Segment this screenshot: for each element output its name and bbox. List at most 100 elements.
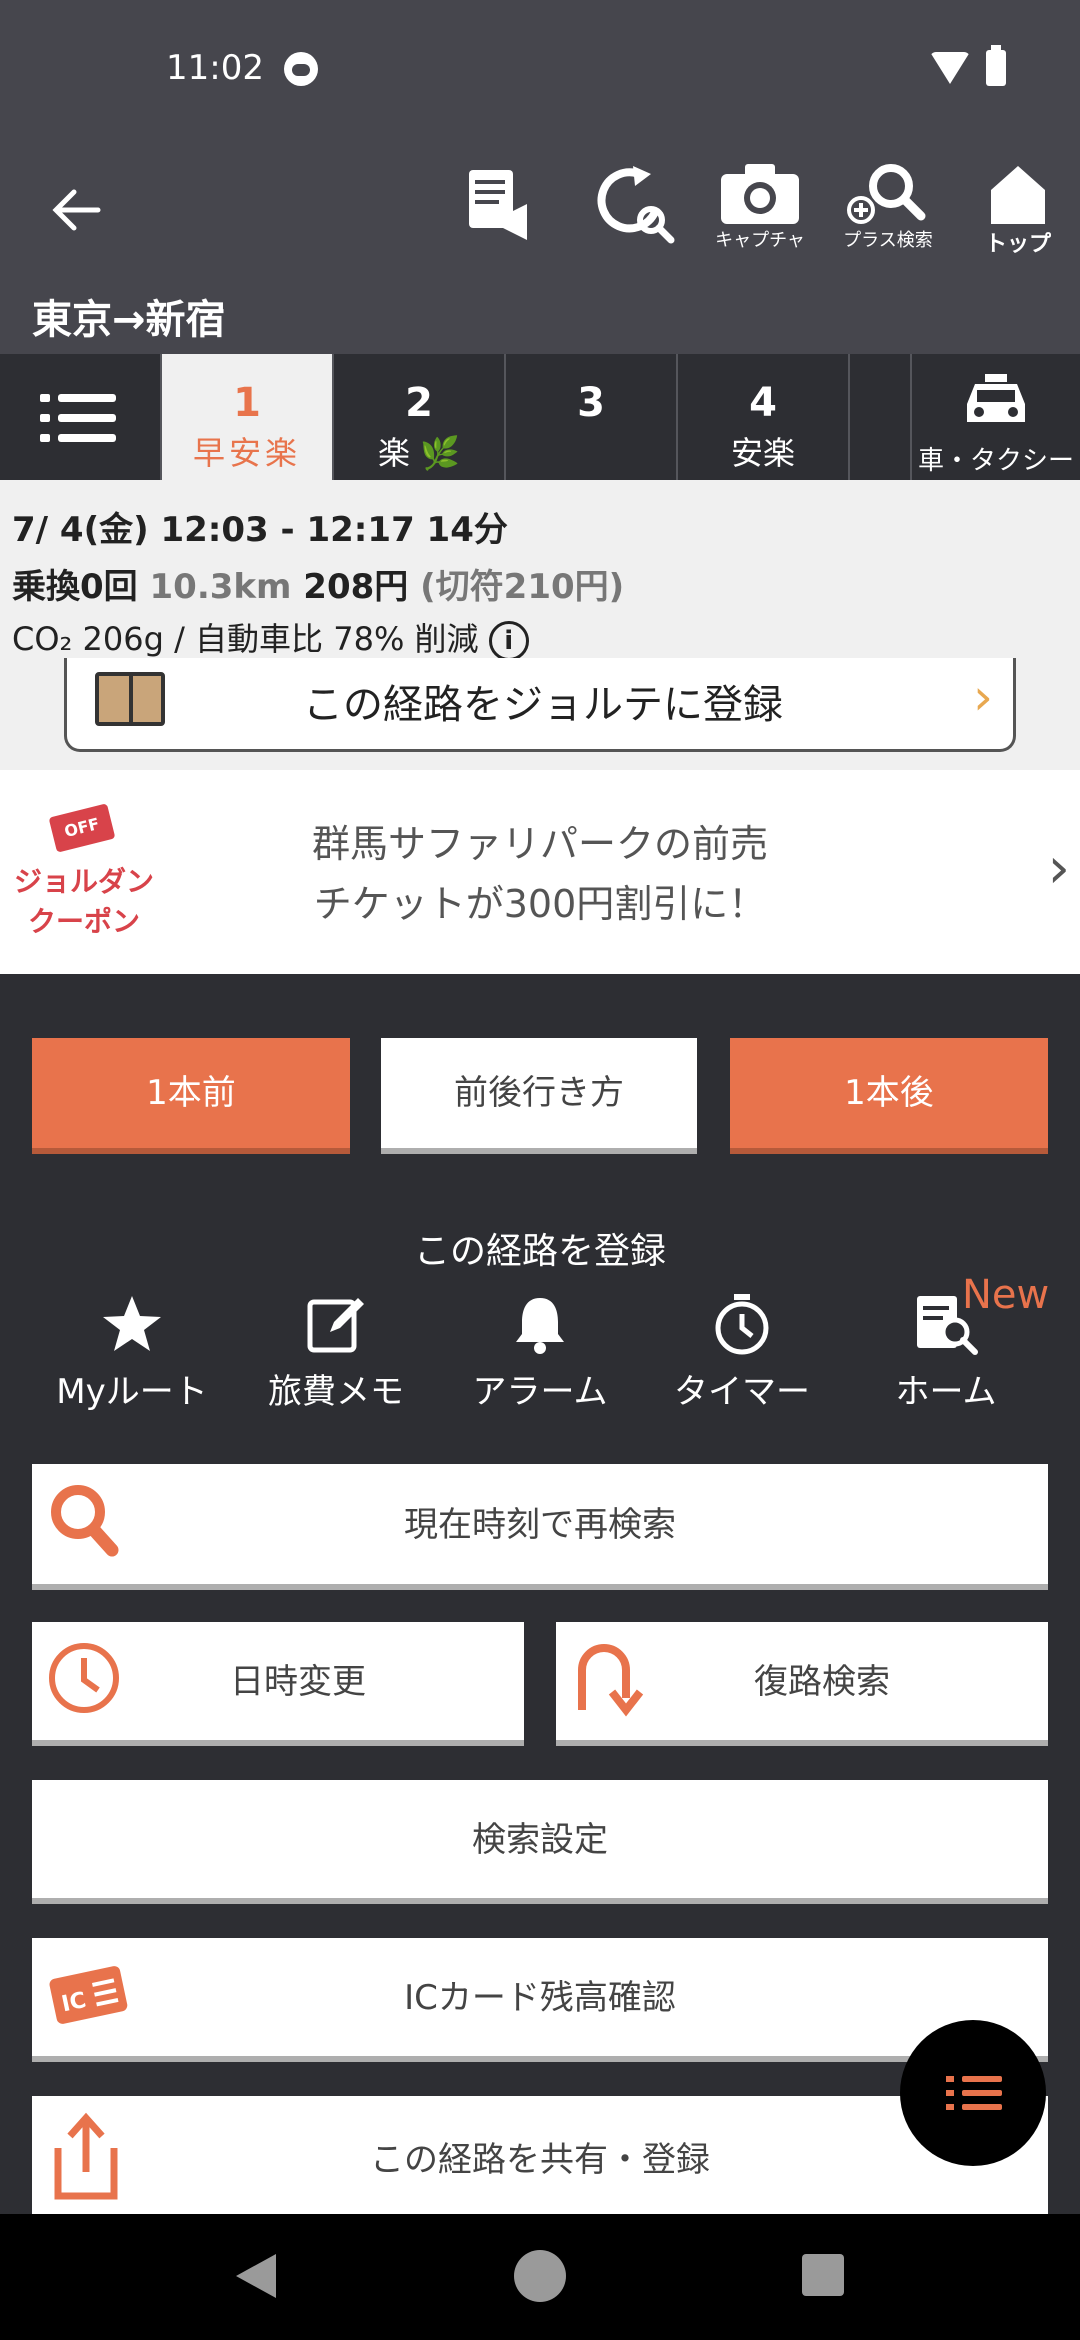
list-icon [40,392,118,442]
change-datetime-button[interactable]: 日時変更 [32,1622,524,1746]
ic-card-icon: IC [46,1950,130,2085]
ticket-fare: (切符210円) [420,567,625,607]
research-now-label: 現在時刻で再検索 [404,1505,676,1545]
route-list-menu-button[interactable] [0,354,162,480]
transfers: 乗換0回 [12,567,138,607]
nav-recents-icon[interactable] [802,2254,844,2296]
register-section-title: この経路を登録 [413,1231,666,1272]
coupon-brand-line2: クーポン [27,905,140,938]
refresh-search-icon [597,166,675,244]
register-alarm-label: アラーム [472,1372,608,1412]
taxi-icon [967,374,1025,422]
register-alarm[interactable]: アラーム [440,1292,640,1413]
register-my-route-label: Myルート [56,1372,208,1412]
coupon-message-line1: 群馬サファリパークの前売 [311,822,768,866]
search-icon [46,1476,126,1612]
return-search-button[interactable]: 復路検索 [556,1622,1048,1746]
chevron-right-icon: › [1047,836,1070,901]
jorte-register-button[interactable]: この経路をジョルテに登録 › [64,658,1016,752]
ic-balance-label: ICカード残高確認 [404,1978,676,2018]
tab-route-2-tags: 楽 🌿 [377,434,461,472]
tab-route-3[interactable]: 3 [506,354,678,480]
floating-menu-button[interactable] [900,2020,1046,2166]
u-turn-icon [570,1634,650,1769]
battery-icon [986,45,1006,86]
co2-line: CO₂ 206g / 自動車比 78% 削減 i [12,614,1068,661]
chevron-right-icon: › [973,668,993,726]
coupon-banner[interactable]: OFF ジョルダン クーポン 群馬サファリパークの前売 チケットが300円割引に… [0,770,1080,974]
home-icon [991,166,1045,224]
jorte-register-label: この経路をジョルテに登録 [303,682,783,728]
status-time: 11:02 [166,48,264,88]
next-train-button[interactable]: 1本後 [730,1038,1048,1154]
clock-icon [46,1634,126,1769]
tab-route-4-tags: 安楽 [730,434,795,472]
route-time: 7/ 4(金) 12:03 - 12:17 14分 [12,510,508,550]
tab-route-3-number: 3 [577,380,605,426]
register-my-route[interactable]: Myルート [32,1292,232,1413]
notification-icon [284,52,318,86]
system-nav-bar [0,2214,1080,2340]
route-tabs: 1 早安楽 2 楽 🌿 3 4 安楽 車・タクシー [0,354,1080,480]
re-search-button[interactable] [584,160,684,280]
tab-route-2[interactable]: 2 楽 🌿 [334,354,506,480]
tab-route-1-tags: 早安楽 [192,434,301,472]
tab-spacer [850,354,912,480]
coupon-message-line2: チケットが300円割引に！ [313,882,767,926]
distance: 10.3km [149,567,292,607]
capture-label: キャプチャ [715,230,805,251]
off-tag-icon: OFF [48,803,116,853]
return-search-label: 復路検索 [754,1662,890,1702]
around-routes-button[interactable]: 前後行き方 [381,1038,697,1154]
nav-back-icon[interactable] [236,2254,276,2298]
top-button[interactable]: トップ [968,160,1068,280]
tab-route-4-number: 4 [749,380,777,426]
research-now-button[interactable]: 現在時刻で再検索 [32,1464,1048,1590]
plus-search-label: プラス検索 [843,230,933,251]
document-megaphone-icon [469,170,527,240]
route-fare-line: 乗換0回 10.3km 208円 (切符210円) [12,559,1068,608]
tab-car-taxi[interactable]: 車・タクシー [912,354,1080,480]
register-timer[interactable]: タイマー [642,1292,842,1413]
register-timer-label: タイマー [674,1372,810,1412]
change-datetime-label: 日時変更 [230,1662,366,1702]
co2-text: CO₂ 206g / 自動車比 78% 削減 [12,620,479,658]
search-settings-button[interactable]: 検索設定 [32,1780,1048,1904]
star-icon [103,1296,161,1351]
app-header: キャプチャ プラス検索 トップ [0,140,1080,290]
coupon-brand-line1: ジョルダン [13,865,154,898]
coupon-brand: ジョルダン クーポン [6,862,162,942]
edit-icon [307,1298,364,1353]
wifi-icon [930,52,970,84]
plus-search-icon [847,164,926,224]
bell-icon [516,1298,564,1354]
register-home[interactable]: ホーム [846,1292,1046,1413]
top-label: トップ [984,232,1051,257]
info-icon[interactable]: i [488,621,529,661]
share-register-label: この経路を共有・登録 [370,2140,710,2180]
capture-button[interactable]: キャプチャ [710,160,810,280]
camera-icon [721,164,799,224]
stopwatch-icon [715,1294,769,1355]
notice-button[interactable] [452,160,552,280]
route-title: 東京→新宿 [0,290,1080,354]
register-expense-memo-label: 旅費メモ [268,1372,404,1412]
plus-search-button[interactable]: プラス検索 [838,160,938,280]
share-register-button[interactable]: この経路を共有・登録 [32,2096,1048,2214]
tab-route-1-number: 1 [233,380,261,426]
route-summary: 7/ 4(金) 12:03 - 12:17 14分 乗換0回 10.3km 20… [0,480,1080,770]
coupon-message: 群馬サファリパークの前売 チケットが300円割引に！ [180,814,900,934]
prev-train-button[interactable]: 1本前 [32,1038,350,1154]
tab-car-taxi-label: 車・タクシー [917,446,1074,476]
register-expense-memo[interactable]: 旅費メモ [236,1292,436,1413]
ic-balance-button[interactable]: IC ICカード残高確認 [32,1938,1048,2062]
tab-route-4[interactable]: 4 安楽 [678,354,850,480]
document-search-icon [917,1296,978,1355]
tab-route-2-number: 2 [405,380,433,426]
back-arrow-icon[interactable] [48,182,104,238]
svg-text:IC: IC [59,1988,88,2018]
register-home-label: ホーム [895,1372,997,1412]
status-bar: 11:02 [0,0,1080,140]
tab-route-1[interactable]: 1 早安楽 [162,354,334,480]
nav-home-icon[interactable] [514,2250,566,2302]
